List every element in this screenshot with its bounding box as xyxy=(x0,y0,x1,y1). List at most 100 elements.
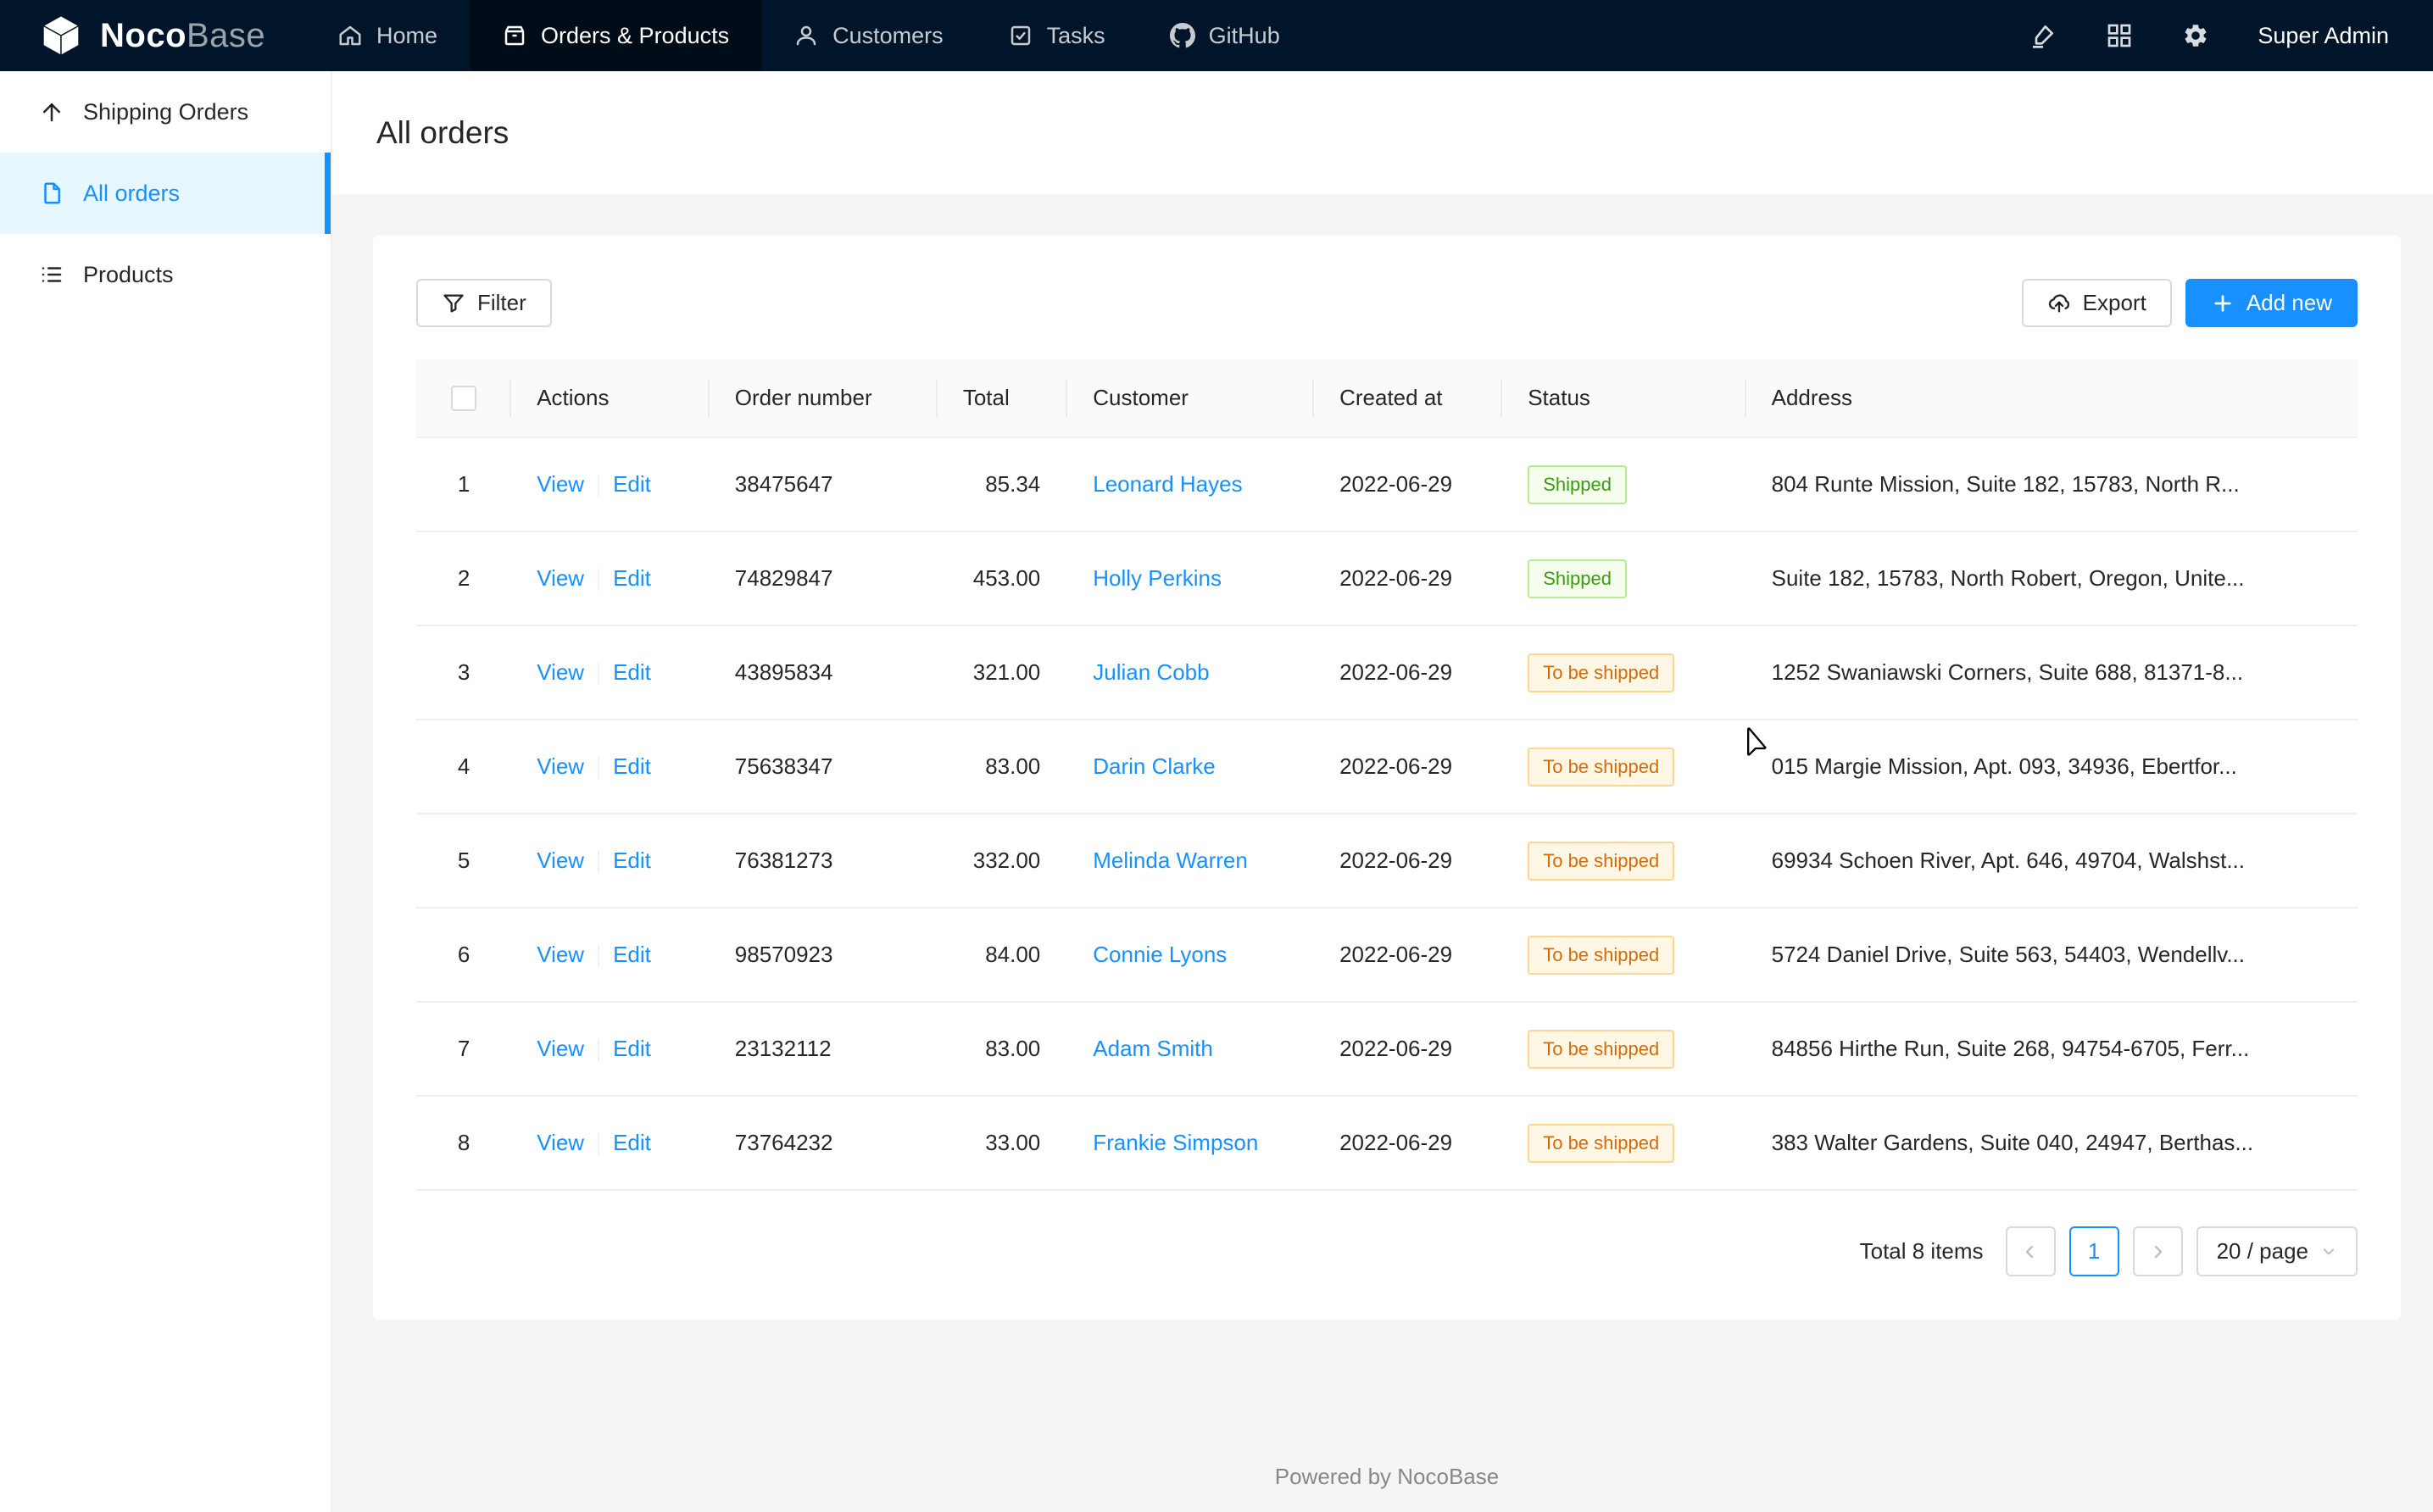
view-link[interactable]: View xyxy=(537,942,584,967)
table-row[interactable]: 4 ViewEdit 75638347 83.00 Darin Clarke 2… xyxy=(416,720,2358,814)
edit-link[interactable]: Edit xyxy=(613,1036,651,1061)
status-cell: Shipped xyxy=(1502,531,1745,625)
nav-label: Tasks xyxy=(1047,23,1105,49)
address-cell: 69934 Schoen River, Apt. 646, 49704, Wal… xyxy=(1746,814,2358,908)
customer-cell: Holly Perkins xyxy=(1067,531,1314,625)
sidebar-item-all-orders[interactable]: All orders xyxy=(0,153,331,234)
row-index: 6 xyxy=(416,908,511,1002)
table-row[interactable]: 7 ViewEdit 23132112 83.00 Adam Smith 202… xyxy=(416,1002,2358,1096)
customer-link[interactable]: Adam Smith xyxy=(1093,1036,1213,1061)
customer-link[interactable]: Connie Lyons xyxy=(1093,942,1227,967)
edit-link[interactable]: Edit xyxy=(613,471,651,497)
nav-item-github[interactable]: GitHub xyxy=(1138,0,1312,71)
content-area: Filter Export Add new xyxy=(332,194,2433,1512)
plugin-manager-grid-icon[interactable] xyxy=(2105,21,2134,50)
edit-link[interactable]: Edit xyxy=(613,942,651,967)
total-cell: 83.00 xyxy=(938,1002,1067,1096)
github-icon xyxy=(1170,23,1195,48)
add-new-button[interactable]: Add new xyxy=(2185,279,2358,327)
status-badge: To be shipped xyxy=(1528,748,1674,787)
sidebar-item-shipping-orders[interactable]: Shipping Orders xyxy=(0,71,331,153)
action-divider xyxy=(598,569,599,591)
page-size-select[interactable]: 20 / page xyxy=(2196,1226,2358,1276)
export-button[interactable]: Export xyxy=(2022,279,2172,327)
edit-link[interactable]: Edit xyxy=(613,753,651,779)
column-header-address: Address xyxy=(1746,359,2358,437)
export-cloud-icon xyxy=(2047,292,2071,315)
actions-cell: View Edit xyxy=(511,1096,710,1190)
table-row[interactable]: 1 ViewEdit 38475647 85.34 Leonard Hayes … xyxy=(416,437,2358,531)
nav-item-orders-products[interactable]: Orders & Products xyxy=(470,0,761,71)
column-header-actions: Actions xyxy=(511,359,710,437)
order-file-icon xyxy=(39,181,64,206)
address-cell: 1252 Swaniawski Corners, Suite 688, 8137… xyxy=(1746,625,2358,720)
nav-item-tasks[interactable]: Tasks xyxy=(976,0,1138,71)
view-link[interactable]: View xyxy=(537,753,584,779)
order-number-cell: 76381273 xyxy=(710,814,938,908)
table-row[interactable]: 8 ViewEdit 73764232 33.00 Frankie Simpso… xyxy=(416,1096,2358,1190)
sidebar-item-products[interactable]: Products xyxy=(0,234,331,315)
customer-link[interactable]: Melinda Warren xyxy=(1093,848,1248,873)
view-link[interactable]: View xyxy=(537,471,584,497)
customer-link[interactable]: Julian Cobb xyxy=(1093,659,1209,685)
actions-cell: View Edit xyxy=(511,625,710,720)
edit-link[interactable]: Edit xyxy=(613,848,651,873)
customer-cell: Frankie Simpson xyxy=(1067,1096,1314,1190)
table-header-row: Actions Order number Total Customer Crea… xyxy=(416,359,2358,437)
customer-link[interactable]: Darin Clarke xyxy=(1093,753,1216,779)
actions-cell: View Edit xyxy=(511,720,710,814)
created-at-cell: 2022-06-29 xyxy=(1314,1002,1502,1096)
nav-item-home[interactable]: Home xyxy=(305,0,470,71)
nocobase-logo[interactable]: NocoBase xyxy=(0,0,305,71)
table-row[interactable]: 5 ViewEdit 76381273 332.00 Melinda Warre… xyxy=(416,814,2358,908)
view-link[interactable]: View xyxy=(537,565,584,591)
view-link[interactable]: View xyxy=(537,659,584,685)
chevron-left-icon xyxy=(2020,1242,2040,1262)
actions-cell: View Edit xyxy=(511,437,710,531)
action-divider xyxy=(598,1039,599,1061)
tasks-icon xyxy=(1008,23,1033,48)
prev-page-button[interactable] xyxy=(2006,1226,2056,1276)
table-row[interactable]: 2 ViewEdit 74829847 453.00 Holly Perkins… xyxy=(416,531,2358,625)
view-link[interactable]: View xyxy=(537,1130,584,1155)
action-divider xyxy=(598,1133,599,1155)
table-row[interactable]: 3 ViewEdit 43895834 321.00 Julian Cobb 2… xyxy=(416,625,2358,720)
export-label: Export xyxy=(2083,290,2146,316)
customer-link[interactable]: Leonard Hayes xyxy=(1093,471,1242,497)
page-number-button[interactable]: 1 xyxy=(2069,1226,2119,1276)
filter-button[interactable]: Filter xyxy=(416,279,552,327)
edit-link[interactable]: Edit xyxy=(613,1130,651,1155)
edit-link[interactable]: Edit xyxy=(613,659,651,685)
ui-editor-highlight-icon[interactable] xyxy=(2029,21,2057,50)
total-cell: 33.00 xyxy=(938,1096,1067,1190)
view-link[interactable]: View xyxy=(537,848,584,873)
customer-cell: Leonard Hayes xyxy=(1067,437,1314,531)
order-number-cell: 38475647 xyxy=(710,437,938,531)
settings-gear-icon[interactable] xyxy=(2181,21,2210,50)
address-cell: Suite 182, 15783, North Robert, Oregon, … xyxy=(1746,531,2358,625)
customer-cell: Melinda Warren xyxy=(1067,814,1314,908)
edit-link[interactable]: Edit xyxy=(613,565,651,591)
customer-link[interactable]: Frankie Simpson xyxy=(1093,1130,1258,1155)
select-all-checkbox[interactable] xyxy=(451,386,476,411)
table-row[interactable]: 6 ViewEdit 98570923 84.00 Connie Lyons 2… xyxy=(416,908,2358,1002)
customer-link[interactable]: Holly Perkins xyxy=(1093,565,1222,591)
table-toolbar: Filter Export Add new xyxy=(416,279,2358,327)
column-header-total: Total xyxy=(938,359,1067,437)
page-header: All orders xyxy=(332,71,2433,194)
status-badge: To be shipped xyxy=(1528,1124,1674,1163)
orders-products-icon xyxy=(502,23,527,48)
created-at-cell: 2022-06-29 xyxy=(1314,625,1502,720)
order-number-cell: 74829847 xyxy=(710,531,938,625)
total-cell: 321.00 xyxy=(938,625,1067,720)
total-cell: 453.00 xyxy=(938,531,1067,625)
address-cell: 84856 Hirthe Run, Suite 268, 94754-6705,… xyxy=(1746,1002,2358,1096)
page-size-value: 20 / page xyxy=(2217,1238,2308,1265)
address-cell: 015 Margie Mission, Apt. 093, 34936, Ebe… xyxy=(1746,720,2358,814)
status-cell: To be shipped xyxy=(1502,814,1745,908)
nav-label: Home xyxy=(376,23,437,49)
view-link[interactable]: View xyxy=(537,1036,584,1061)
nav-item-customers[interactable]: Customers xyxy=(761,0,976,71)
user-menu[interactable]: Super Admin xyxy=(2258,23,2389,49)
next-page-button[interactable] xyxy=(2133,1226,2183,1276)
